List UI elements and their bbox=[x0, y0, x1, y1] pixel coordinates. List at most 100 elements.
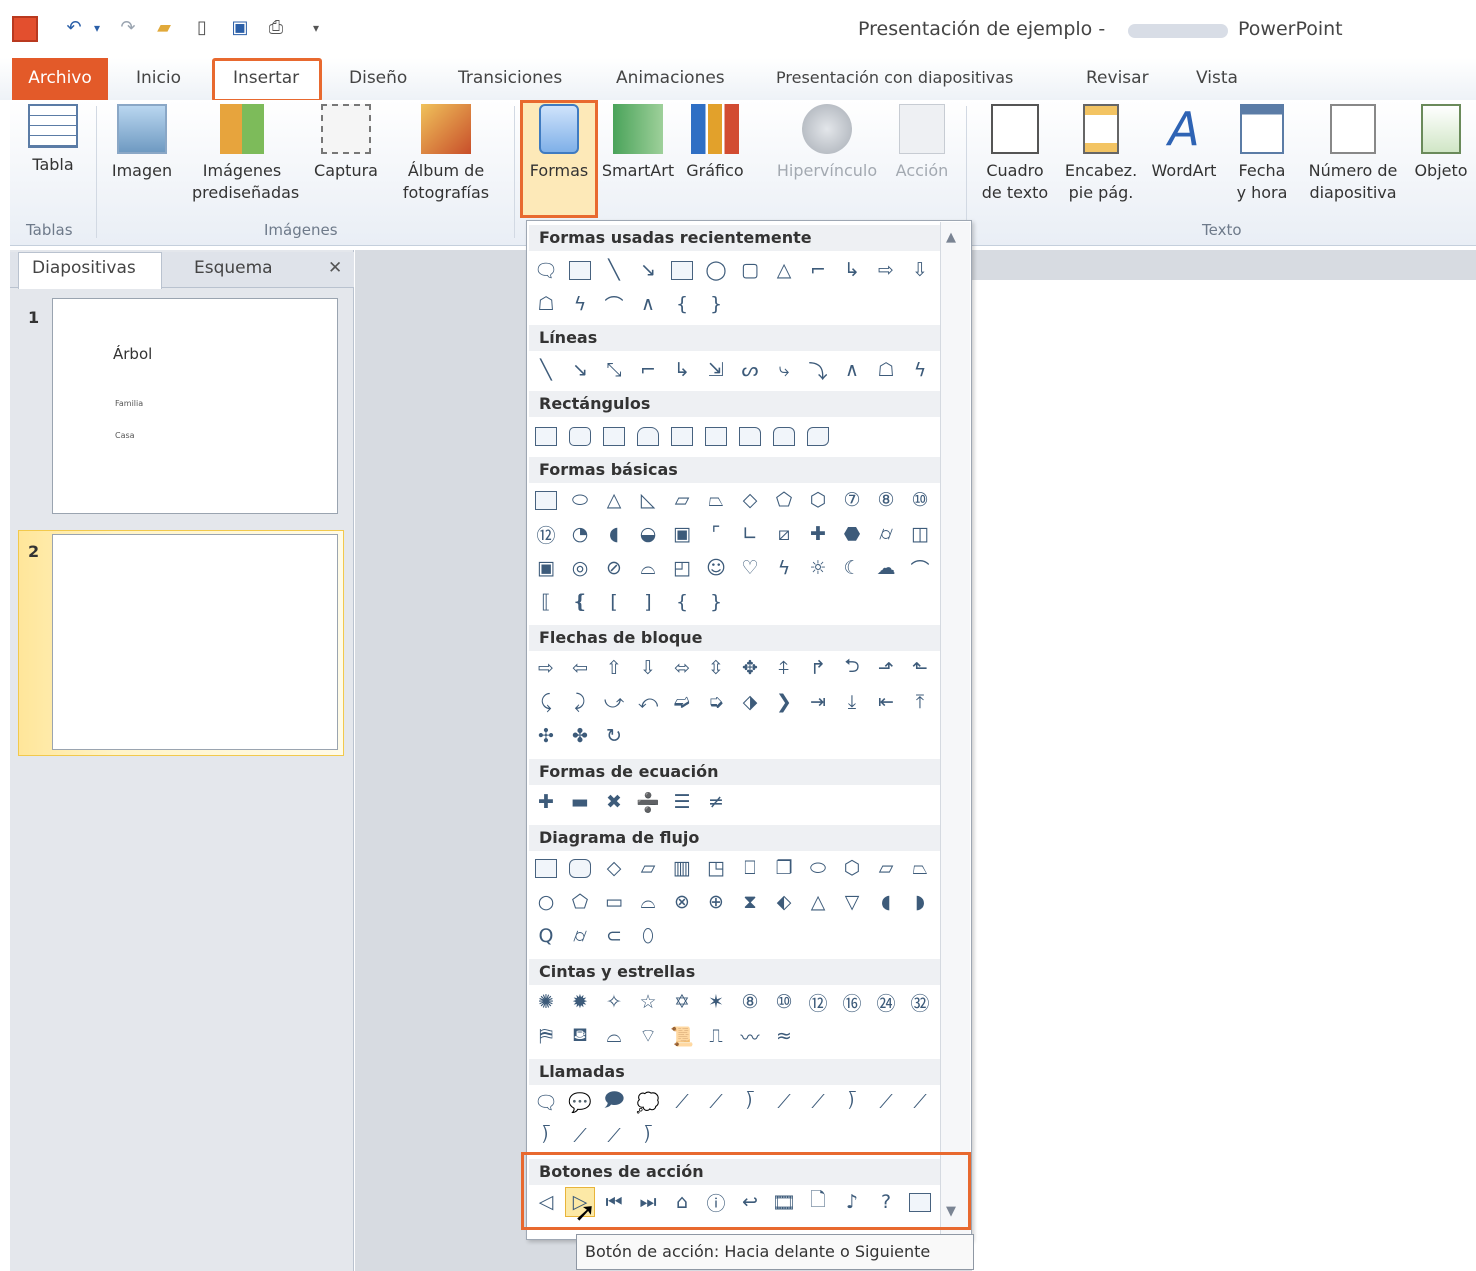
explosion-1-shape-icon[interactable]: ✺ bbox=[531, 987, 561, 1017]
scribble-shape-icon[interactable]: ϟ bbox=[565, 289, 595, 319]
undo-dropdown-icon[interactable]: ▾ bbox=[90, 16, 104, 40]
triangle-shape-icon[interactable]: △ bbox=[599, 485, 629, 515]
grafico-button[interactable]: Gráfico bbox=[680, 104, 750, 182]
bent-up-arrow-shape-icon[interactable]: ⬑ bbox=[905, 653, 935, 683]
down-arrow-shape-icon[interactable]: ⇩ bbox=[905, 255, 935, 285]
flowchart-extract-icon[interactable]: △ bbox=[803, 887, 833, 917]
l-shape-icon[interactable]: ∟ bbox=[735, 519, 765, 549]
imagen-button[interactable]: Imagen bbox=[104, 104, 180, 182]
vertical-scroll-shape-icon[interactable]: 📜 bbox=[667, 1021, 697, 1051]
tab-esquema[interactable]: Esquema bbox=[194, 258, 273, 278]
right-arrow-shape-icon[interactable]: ⇨ bbox=[871, 255, 901, 285]
right-triangle-shape-icon[interactable]: ◺ bbox=[633, 485, 663, 515]
equal-shape-icon[interactable]: ☰ bbox=[667, 787, 697, 817]
flowchart-merge-icon[interactable]: ▽ bbox=[837, 887, 867, 917]
left-right-arrow-shape-icon[interactable]: ⬄ bbox=[667, 653, 697, 683]
tab-insertar[interactable]: Insertar bbox=[233, 68, 299, 88]
callout-shape-icon[interactable]: 🗨 bbox=[531, 255, 561, 285]
star-16-shape-icon[interactable]: ⑯ bbox=[837, 987, 867, 1017]
triangle-shape-icon[interactable]: △ bbox=[769, 255, 799, 285]
notched-right-arrow-shape-icon[interactable]: ➭ bbox=[701, 687, 731, 717]
no-symbol-shape-icon[interactable]: ⊘ bbox=[599, 553, 629, 583]
tab-diapositivas[interactable]: Diapositivas bbox=[32, 258, 136, 278]
pentagon-arrow-shape-icon[interactable]: ⬗ bbox=[735, 687, 765, 717]
flowchart-alternate-process-icon[interactable] bbox=[565, 853, 595, 883]
flowchart-offpage-connector-icon[interactable]: ⬠ bbox=[565, 887, 595, 917]
curved-left-arrow-shape-icon[interactable]: ⤸ bbox=[565, 687, 595, 717]
flowchart-direct-access-storage-icon[interactable]: ⊂ bbox=[599, 921, 629, 951]
up-ribbon-shape-icon[interactable]: ⛿ bbox=[531, 1021, 561, 1051]
minus-shape-icon[interactable]: ▬ bbox=[565, 787, 595, 817]
cloud-callout-icon[interactable]: 💭 bbox=[633, 1087, 663, 1117]
flowchart-card-icon[interactable]: ▭ bbox=[599, 887, 629, 917]
flowchart-sort-icon[interactable]: ⬖ bbox=[769, 887, 799, 917]
donut-shape-icon[interactable]: ◎ bbox=[565, 553, 595, 583]
circular-arrow-shape-icon[interactable]: ↻ bbox=[599, 721, 629, 751]
curve-shape-icon[interactable]: ∧ bbox=[633, 289, 663, 319]
round-corner-rectangle-shape-icon[interactable] bbox=[633, 421, 663, 451]
wordart-button[interactable]: A WordArt bbox=[1144, 104, 1224, 182]
formas-button[interactable]: Formas bbox=[524, 104, 594, 182]
slide-thumbnail-1[interactable]: Árbol Familia Casa bbox=[52, 298, 338, 514]
flowchart-manual-operation-icon[interactable]: ⏢ bbox=[905, 853, 935, 883]
double-bracket-shape-icon[interactable]: ⟦ bbox=[531, 587, 561, 617]
star-7-shape-icon[interactable]: ✶ bbox=[701, 987, 731, 1017]
curved-right-arrow-shape-icon[interactable]: ⤹ bbox=[531, 687, 561, 717]
fecha-hora-button[interactable]: Fecha y hora bbox=[1228, 104, 1296, 204]
curved-up-ribbon-shape-icon[interactable]: ⌓ bbox=[599, 1021, 629, 1051]
rectangular-callout-icon[interactable]: 🗨 bbox=[531, 1087, 561, 1117]
powerpoint-app-icon[interactable] bbox=[12, 16, 38, 42]
cloud-shape-icon[interactable]: ☁ bbox=[871, 553, 901, 583]
striped-right-arrow-shape-icon[interactable]: ➫ bbox=[667, 687, 697, 717]
oval-shape-icon[interactable]: ◯ bbox=[701, 255, 731, 285]
line-callout-3-accent-icon[interactable]: ⟌ bbox=[837, 1087, 867, 1117]
arc-shape-icon[interactable]: ⌒ bbox=[599, 289, 629, 319]
line-callout-2-accent-icon[interactable]: ⟋ bbox=[803, 1087, 833, 1117]
left-arrow-callout-shape-icon[interactable]: ⇤ bbox=[871, 687, 901, 717]
rounded-rectangle-shape-icon[interactable] bbox=[565, 421, 595, 451]
curved-up-arrow-shape-icon[interactable]: ⤻ bbox=[599, 687, 629, 717]
arrow-line-shape-icon[interactable]: ↘ bbox=[633, 255, 663, 285]
elbow-arrow-shape-icon[interactable]: ↳ bbox=[837, 255, 867, 285]
tab-revisar[interactable]: Revisar bbox=[1086, 68, 1149, 88]
left-bracket-shape-icon[interactable]: [ bbox=[599, 587, 629, 617]
curved-double-arrow-shape-icon[interactable]: ⤵ bbox=[803, 355, 833, 385]
heart-shape-icon[interactable]: ♡ bbox=[735, 553, 765, 583]
down-arrow-shape-icon[interactable]: ⇩ bbox=[633, 653, 663, 683]
captura-button[interactable]: Captura bbox=[308, 104, 384, 182]
scribble-shape-icon[interactable]: ϟ bbox=[905, 355, 935, 385]
slide-canvas[interactable] bbox=[972, 280, 1476, 1271]
round-single-corner-shape-icon[interactable] bbox=[735, 421, 765, 451]
line-callout-2-icon[interactable]: ⟋ bbox=[701, 1087, 731, 1117]
can-shape-icon[interactable]: ⌭ bbox=[871, 519, 901, 549]
undo-icon[interactable]: ↶ bbox=[62, 16, 86, 40]
album-fotografias-button[interactable]: Álbum de fotografías bbox=[390, 104, 502, 204]
smartart-button[interactable]: SmartArt bbox=[598, 104, 678, 182]
flowchart-punched-tape-icon[interactable]: ⌓ bbox=[633, 887, 663, 917]
quad-arrow-shape-icon[interactable]: ✥ bbox=[735, 653, 765, 683]
rectangle-shape-icon[interactable] bbox=[667, 255, 697, 285]
star-24-shape-icon[interactable]: ㉔ bbox=[871, 987, 901, 1017]
star-12-shape-icon[interactable]: ⑫ bbox=[803, 987, 833, 1017]
flowchart-data-icon[interactable]: ▱ bbox=[633, 853, 663, 883]
snip-rectangle-shape-icon[interactable] bbox=[599, 421, 629, 451]
gallery-scrollbar[interactable]: ▲ ▼ bbox=[940, 222, 970, 1236]
division-shape-icon[interactable]: ➗ bbox=[633, 787, 663, 817]
flowchart-terminator-icon[interactable]: ⬭ bbox=[803, 853, 833, 883]
line-callout-1-no-border-icon[interactable]: ⟋ bbox=[871, 1087, 901, 1117]
new-document-icon[interactable]: ▯ bbox=[190, 16, 214, 40]
parallelogram-shape-icon[interactable]: ▱ bbox=[667, 485, 697, 515]
left-right-up-arrow-shape-icon[interactable]: ⍏ bbox=[769, 653, 799, 683]
line-shape-icon[interactable]: ╲ bbox=[599, 255, 629, 285]
tab-vista[interactable]: Vista bbox=[1196, 68, 1238, 88]
chord-shape-icon[interactable]: ◖ bbox=[599, 519, 629, 549]
flowchart-multidocument-icon[interactable]: ❐ bbox=[769, 853, 799, 883]
curved-down-arrow-shape-icon[interactable]: ⤺ bbox=[633, 687, 663, 717]
hipervinculo-button[interactable]: Hipervínculo bbox=[764, 104, 890, 182]
smiley-face-shape-icon[interactable]: ☺ bbox=[701, 553, 731, 583]
flowchart-stored-data-icon[interactable]: ◖ bbox=[871, 887, 901, 917]
flowchart-manual-input-icon[interactable]: ⏥ bbox=[871, 853, 901, 883]
left-right-arrow-callout-shape-icon[interactable]: ✣ bbox=[531, 721, 561, 751]
flowchart-magnetic-disk-icon[interactable]: ⌭ bbox=[565, 921, 595, 951]
diagonal-stripe-shape-icon[interactable]: ⧄ bbox=[769, 519, 799, 549]
